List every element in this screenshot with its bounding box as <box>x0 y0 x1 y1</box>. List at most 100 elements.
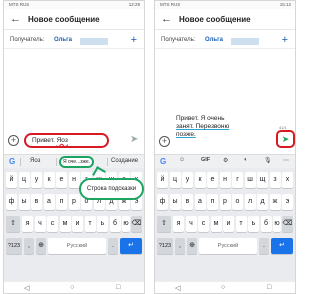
key[interactable]: б <box>260 216 272 232</box>
key[interactable]: т <box>84 216 96 232</box>
key[interactable]: ю <box>273 216 281 232</box>
back-arrow-icon[interactable]: ← <box>10 12 21 26</box>
key-row-3: ⇧ я ч с м и т ь б ю ⌫ <box>6 216 142 234</box>
key[interactable]: ы <box>18 194 30 210</box>
key[interactable]: и <box>72 216 83 232</box>
key[interactable]: р <box>68 194 80 210</box>
key[interactable]: у <box>31 172 42 188</box>
key[interactable]: а <box>194 194 206 210</box>
key[interactable]: э <box>282 194 293 210</box>
suggestion-2[interactable]: Я оче...зже. <box>59 156 95 168</box>
key[interactable]: з <box>269 172 281 188</box>
key[interactable]: ш <box>244 172 256 188</box>
key[interactable]: п <box>207 194 218 210</box>
numbers-key[interactable]: ?123 <box>157 238 173 254</box>
key[interactable]: р <box>219 194 231 210</box>
key[interactable]: о <box>232 194 243 210</box>
mic-icon[interactable]: 🎙 <box>264 157 272 164</box>
globe-icon[interactable]: ⊕ <box>187 238 197 254</box>
key[interactable]: б <box>109 216 121 232</box>
key[interactable]: ф <box>6 194 17 210</box>
key[interactable]: д <box>257 194 268 210</box>
enter-key[interactable]: ↵ <box>120 238 142 254</box>
nav-recent-icon[interactable]: □ <box>267 284 271 291</box>
google-g-icon[interactable]: G <box>160 157 166 166</box>
globe-icon[interactable]: ⊕ <box>36 238 46 254</box>
key[interactable]: к <box>43 172 55 188</box>
more-dots-icon[interactable]: ⋯ <box>283 157 289 164</box>
period-key[interactable]: . <box>259 238 269 254</box>
enter-key[interactable]: ↵ <box>271 238 293 254</box>
key[interactable]: с <box>198 216 209 232</box>
recipient-name: Ольга <box>54 37 72 43</box>
suggestion-1[interactable]: Яоз <box>30 158 40 164</box>
attach-plus-icon[interactable]: + <box>159 136 170 147</box>
nav-recent-icon[interactable]: □ <box>116 284 120 291</box>
key[interactable]: п <box>56 194 67 210</box>
key[interactable]: й <box>157 172 168 188</box>
key[interactable]: н <box>68 172 80 188</box>
key[interactable]: щ <box>257 172 268 188</box>
key[interactable]: а <box>43 194 55 210</box>
key[interactable]: ь <box>97 216 108 232</box>
back-arrow-icon[interactable]: ← <box>161 12 172 26</box>
key[interactable]: ч <box>34 216 46 232</box>
recipient-row[interactable]: Получатель: Ольга + <box>155 34 295 49</box>
key[interactable]: й <box>6 172 17 188</box>
nav-home-icon[interactable]: ○ <box>70 284 74 291</box>
key[interactable]: ы <box>169 194 181 210</box>
attach-plus-icon[interactable]: + <box>8 135 19 146</box>
comma-key[interactable]: , <box>175 238 185 254</box>
emoji-icon[interactable]: ☺ <box>179 157 185 163</box>
key[interactable]: ф <box>157 194 168 210</box>
backspace-key[interactable]: ⌫ <box>131 216 142 232</box>
key[interactable]: я <box>173 216 184 232</box>
key[interactable]: е <box>207 172 218 188</box>
space-bar[interactable]: Русский <box>48 238 106 254</box>
recipient-row[interactable]: Получатель: Ольга + <box>4 34 144 49</box>
backspace-key[interactable]: ⌫ <box>282 216 293 232</box>
settings-gear-icon[interactable]: ⚙ <box>223 157 228 164</box>
period-key[interactable]: . <box>108 238 118 254</box>
key[interactable]: с <box>47 216 58 232</box>
send-icon[interactable]: ➤ <box>130 134 138 146</box>
suggestion-3[interactable]: Создание <box>111 158 138 164</box>
app-bar: ← Новое сообщение <box>155 9 295 30</box>
nav-back-icon[interactable]: ◁ <box>24 284 29 292</box>
key[interactable]: г <box>232 172 243 188</box>
key[interactable]: и <box>223 216 234 232</box>
key[interactable]: ж <box>269 194 281 210</box>
key[interactable]: н <box>219 172 231 188</box>
key[interactable]: м <box>59 216 71 232</box>
numbers-key[interactable]: ?123 <box>6 238 22 254</box>
shift-key[interactable]: ⇧ <box>157 216 171 232</box>
key[interactable]: я <box>22 216 33 232</box>
key[interactable]: ч <box>185 216 197 232</box>
message-input[interactable]: Привет. Я очень занят. Перезвоню позже. <box>173 112 265 150</box>
nav-back-icon[interactable]: ◁ <box>175 284 180 292</box>
key[interactable]: т <box>235 216 247 232</box>
key[interactable]: ь <box>248 216 259 232</box>
shift-key[interactable]: ⇧ <box>6 216 20 232</box>
key[interactable]: ц <box>18 172 30 188</box>
comma-key[interactable]: , <box>24 238 34 254</box>
gif-button[interactable]: GIF <box>201 157 210 163</box>
send-icon[interactable]: ➤ <box>276 130 295 148</box>
key[interactable]: в <box>182 194 193 210</box>
space-bar[interactable]: Русский <box>199 238 257 254</box>
key[interactable]: в <box>31 194 42 210</box>
add-recipient-icon[interactable]: + <box>282 34 288 46</box>
nav-home-icon[interactable]: ○ <box>221 284 225 291</box>
add-recipient-icon[interactable]: + <box>131 34 137 46</box>
key[interactable]: ю <box>122 216 130 232</box>
key[interactable]: л <box>244 194 256 210</box>
key[interactable]: у <box>182 172 193 188</box>
key[interactable]: к <box>194 172 206 188</box>
message-input[interactable]: Привет. Яоз <box>24 133 109 148</box>
google-g-icon[interactable]: G <box>9 157 15 166</box>
theme-palette-icon[interactable]: ◐ <box>244 157 248 163</box>
key[interactable]: м <box>210 216 222 232</box>
key[interactable]: ц <box>169 172 181 188</box>
key[interactable]: е <box>56 172 67 188</box>
key[interactable]: х <box>282 172 293 188</box>
